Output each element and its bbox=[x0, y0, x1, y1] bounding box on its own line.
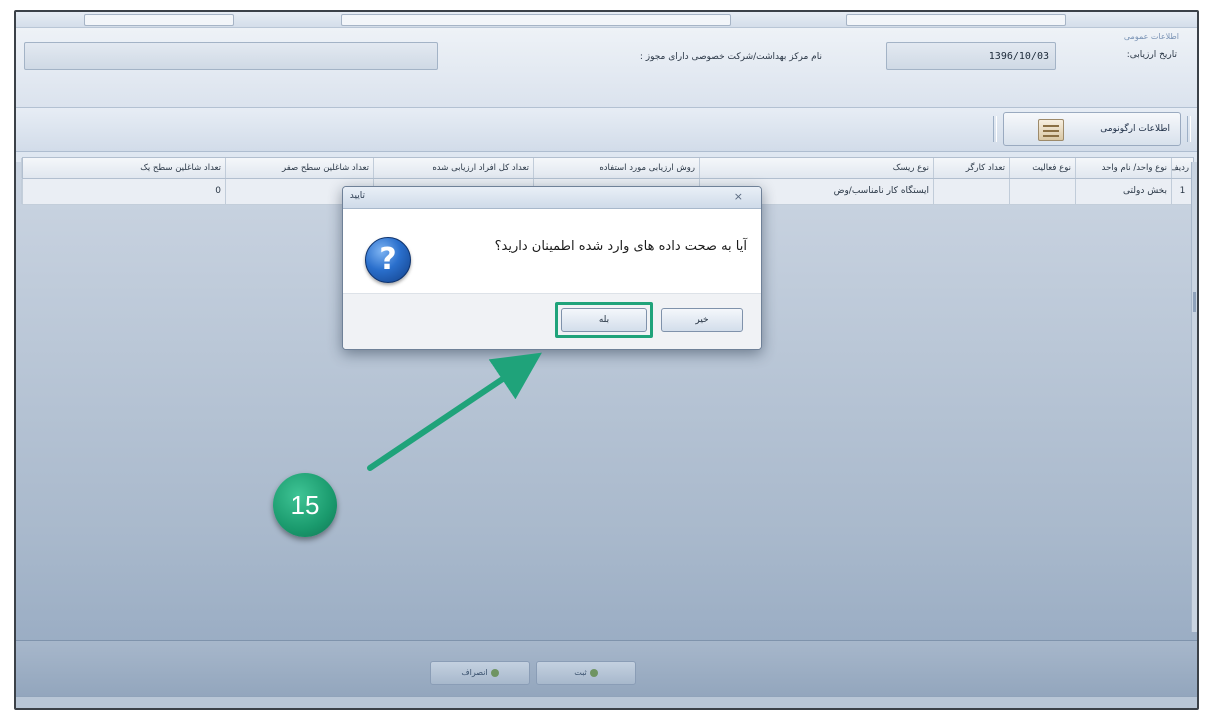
arrow-line bbox=[367, 352, 542, 471]
step-number-badge: 15 bbox=[273, 473, 337, 537]
annotation-arrow bbox=[367, 352, 542, 471]
